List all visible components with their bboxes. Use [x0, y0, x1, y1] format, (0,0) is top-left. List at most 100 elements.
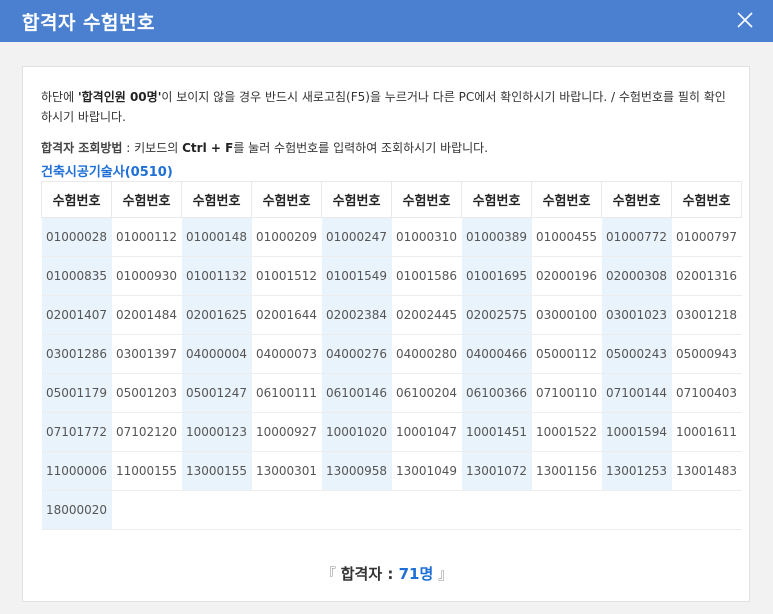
exam-number-cell: 18000020 — [41, 490, 112, 530]
exam-number-cell: 10001611 — [671, 412, 742, 452]
exam-number-cell: 05000243 — [601, 334, 672, 374]
summary-label: 합격자 : — [340, 565, 399, 583]
exam-number-cell: 07100110 — [531, 373, 602, 413]
exam-number-cell: 03001286 — [41, 334, 112, 374]
table-row: 05001179 05001203 05001247 06100111 06100146… — [41, 373, 742, 413]
exam-number-cell: 10001594 — [601, 412, 672, 452]
exam-number-cell: 13001072 — [461, 451, 532, 491]
table-row: 18000020 — [41, 490, 742, 530]
refresh-notice: 하단에 '합격인원 00명'이 보이지 않을 경우 반드시 새로고침(F5)을 … — [41, 87, 735, 127]
search-method: 합격자 조회방법 : 키보드의 Ctrl + F를 눌러 수험번호를 입력하여 … — [41, 139, 488, 156]
passer-table: 수험번호 수험번호 수험번호 수험번호 수험번호 수험번호 수험번호 수험번호 수험번호 수험번호… — [41, 181, 742, 530]
exam-number-cell: 13000958 — [321, 451, 392, 491]
exam-number-cell: 13001049 — [391, 451, 462, 491]
exam-number-cell: 13000155 — [181, 451, 252, 491]
exam-number-cell: 03001023 — [601, 295, 672, 335]
exam-number-cell: 07100144 — [601, 373, 672, 413]
empty-cell — [601, 490, 672, 530]
exam-number-cell: 02001407 — [41, 295, 112, 335]
search-method-rest: 를 눌러 수험번호를 입력하여 조회하시기 바랍니다. — [233, 141, 489, 155]
passer-summary: 『 합격자 : 71명 』 — [23, 563, 751, 584]
column-header: 수험번호 — [251, 181, 322, 218]
exam-number-cell: 04000466 — [461, 334, 532, 374]
exam-number-cell: 13001156 — [531, 451, 602, 491]
exam-number-cell: 03001218 — [671, 295, 742, 335]
exam-number-cell: 01000455 — [531, 217, 602, 257]
exam-number-cell: 01001549 — [321, 256, 392, 296]
content-panel: 하단에 '합격인원 00명'이 보이지 않을 경우 반드시 새로고침(F5)을 … — [22, 66, 750, 602]
column-header: 수험번호 — [461, 181, 532, 218]
table-row: 11000006 11000155 13000155 13000301 13000958… — [41, 451, 742, 491]
exam-number-cell: 07101772 — [41, 412, 112, 452]
column-header: 수험번호 — [181, 181, 252, 218]
exam-number-cell: 06100111 — [251, 373, 322, 413]
exam-number-cell: 05001179 — [41, 373, 112, 413]
exam-number-cell: 11000155 — [111, 451, 182, 491]
exam-number-cell: 04000276 — [321, 334, 392, 374]
exam-number-cell: 07102120 — [111, 412, 182, 452]
column-header: 수험번호 — [41, 181, 112, 218]
exam-number-cell: 02000196 — [531, 256, 602, 296]
dialog-title: 합격자 수험번호 — [22, 12, 155, 34]
notice-emphasis: '합격인원 00명' — [77, 90, 162, 104]
exam-number-cell: 01001512 — [251, 256, 322, 296]
exam-number-cell: 10001047 — [391, 412, 462, 452]
open-quote: 『 — [320, 565, 336, 583]
exam-number-cell: 01000772 — [601, 217, 672, 257]
table-header-row: 수험번호 수험번호 수험번호 수험번호 수험번호 수험번호 수험번호 수험번호 수험번호 수험번호 — [41, 181, 742, 218]
passer-count: 71명 — [398, 565, 434, 583]
exam-number-cell: 02000308 — [601, 256, 672, 296]
exam-number-cell: 03001397 — [111, 334, 182, 374]
exam-number-cell: 07100403 — [671, 373, 742, 413]
exam-number-cell: 05000112 — [531, 334, 602, 374]
empty-cell — [461, 490, 532, 530]
exam-number-cell: 02001644 — [251, 295, 322, 335]
exam-number-cell: 01000389 — [461, 217, 532, 257]
exam-number-cell: 06100366 — [461, 373, 532, 413]
exam-number-cell: 13000301 — [251, 451, 322, 491]
subject-title: 건축시공기술사(0510) — [41, 165, 173, 180]
exam-number-cell: 05000943 — [671, 334, 742, 374]
dialog-header: 합격자 수험번호 — [0, 0, 773, 42]
empty-cell — [531, 490, 602, 530]
empty-cell — [321, 490, 392, 530]
exam-number-cell: 02002575 — [461, 295, 532, 335]
exam-number-cell: 04000280 — [391, 334, 462, 374]
empty-cell — [111, 490, 182, 530]
exam-number-cell: 01000148 — [181, 217, 252, 257]
close-quote: 』 — [438, 565, 454, 583]
column-header: 수험번호 — [111, 181, 182, 218]
table-row: 02001407 02001484 02001625 02001644 02002384… — [41, 295, 742, 335]
exam-number-cell: 01000930 — [111, 256, 182, 296]
search-method-label: 합격자 조회방법 — [41, 141, 123, 155]
exam-number-cell: 10000927 — [251, 412, 322, 452]
exam-number-cell: 02002445 — [391, 295, 462, 335]
exam-number-cell: 01001132 — [181, 256, 252, 296]
table-row: 07101772 07102120 10000123 10000927 10001020… — [41, 412, 742, 452]
exam-number-cell: 04000004 — [181, 334, 252, 374]
exam-number-cell: 06100204 — [391, 373, 462, 413]
exam-number-cell: 02002384 — [321, 295, 392, 335]
empty-cell — [391, 490, 462, 530]
exam-number-cell: 04000073 — [251, 334, 322, 374]
exam-number-cell: 05001247 — [181, 373, 252, 413]
exam-number-cell: 02001484 — [111, 295, 182, 335]
exam-number-cell: 01000028 — [41, 217, 112, 257]
empty-cell — [181, 490, 252, 530]
exam-number-cell: 01001586 — [391, 256, 462, 296]
column-header: 수험번호 — [601, 181, 672, 218]
table-row: 01000835 01000930 01001132 01001512 01001549… — [41, 256, 742, 296]
exam-number-cell: 13001483 — [671, 451, 742, 491]
close-icon[interactable] — [731, 6, 759, 34]
exam-number-cell: 11000006 — [41, 451, 112, 491]
exam-number-cell: 05001203 — [111, 373, 182, 413]
exam-number-cell: 13001253 — [601, 451, 672, 491]
exam-number-cell: 10001522 — [531, 412, 602, 452]
exam-number-cell: 03000100 — [531, 295, 602, 335]
exam-number-cell: 01000797 — [671, 217, 742, 257]
notice-prefix: 하단에 — [41, 90, 78, 104]
shortcut-keys: Ctrl + F — [182, 141, 234, 155]
table-body: 01000028 01000112 01000148 01000209 01000247… — [41, 217, 742, 530]
column-header: 수험번호 — [531, 181, 602, 218]
exam-number-cell: 02001316 — [671, 256, 742, 296]
